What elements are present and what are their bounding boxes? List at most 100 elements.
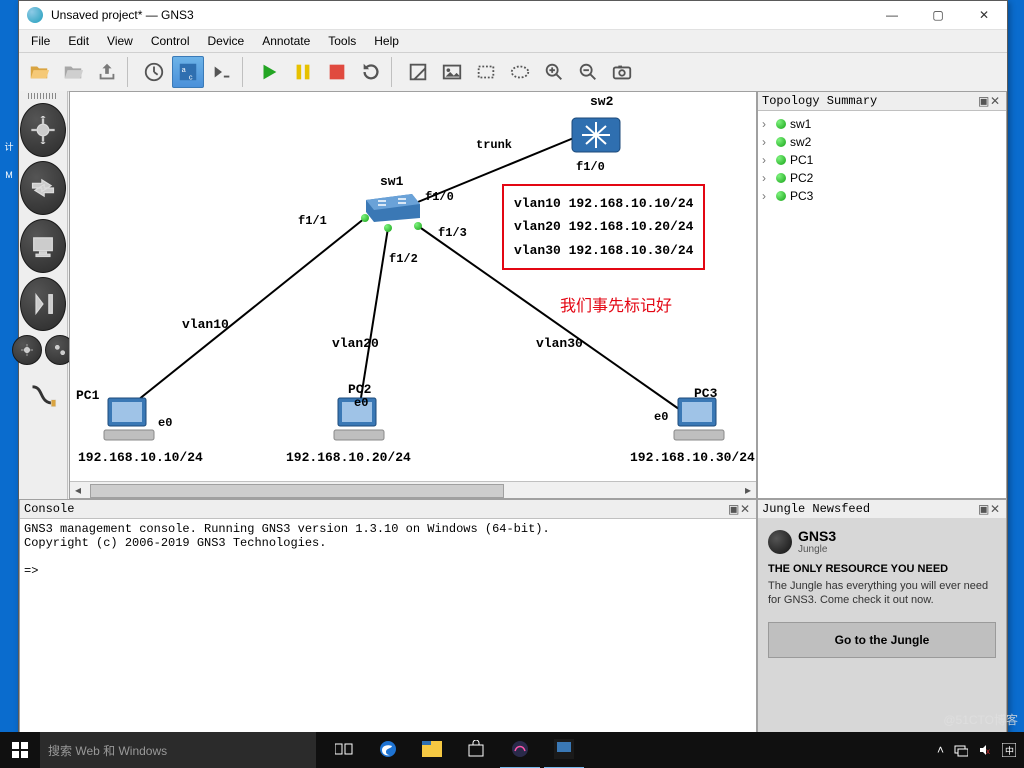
reload-button[interactable]	[355, 56, 387, 88]
menu-help[interactable]: Help	[366, 32, 407, 50]
note-button[interactable]	[402, 56, 434, 88]
taskbar-search[interactable]: 搜索 Web 和 Windows	[40, 732, 316, 768]
taskbar-edge-icon[interactable]	[368, 731, 408, 767]
hub-category-button[interactable]	[12, 335, 42, 365]
menu-annotate[interactable]: Annotate	[254, 32, 318, 50]
undock-icon[interactable]: ▣	[978, 502, 990, 517]
menu-view[interactable]: View	[99, 32, 141, 50]
cable-tool-button[interactable]	[21, 369, 65, 421]
task-view-button[interactable]	[324, 731, 364, 767]
menu-file[interactable]: File	[23, 32, 58, 50]
switch-category-button[interactable]	[20, 161, 66, 215]
label-vlan30: vlan30	[536, 336, 583, 351]
palette-grip[interactable]	[28, 93, 58, 99]
node-sw2[interactable]	[570, 112, 622, 159]
start-button[interactable]	[0, 742, 40, 758]
device-palette	[19, 91, 68, 499]
redbox-l1: vlan10 192.168.10.10/24	[514, 192, 693, 215]
toolbar: ac	[19, 52, 1007, 92]
go-to-jungle-button[interactable]: Go to the Jungle	[768, 622, 996, 658]
ellipse-button[interactable]	[504, 56, 536, 88]
security-category-button[interactable]	[20, 277, 66, 331]
tray-volume-icon[interactable]: x	[978, 743, 992, 757]
select-tool-button[interactable]: ac	[172, 56, 204, 88]
label-pc1-ip: 192.168.10.10/24	[78, 450, 203, 465]
tree-item-pc2[interactable]: ›PC2	[762, 169, 1002, 187]
tree-item-pc1[interactable]: ›PC1	[762, 151, 1002, 169]
screenshot-button[interactable]	[606, 56, 638, 88]
app-icon	[27, 7, 43, 23]
label-pc2-e0: e0	[354, 396, 368, 410]
menu-control[interactable]: Control	[143, 32, 198, 50]
open-button[interactable]	[23, 56, 55, 88]
console-title: Console ▣ ✕	[20, 500, 756, 519]
tray-network-icon[interactable]	[954, 743, 968, 757]
tree-item-pc3[interactable]: ›PC3	[762, 187, 1002, 205]
desktop-icon[interactable]: 计	[0, 140, 18, 153]
topology-summary-title: Topology Summary ▣ ✕	[758, 92, 1006, 111]
minimize-button[interactable]: —	[869, 1, 915, 29]
chameleon-icon	[768, 530, 792, 554]
router-category-button[interactable]	[20, 103, 66, 157]
close-panel-icon[interactable]: ✕	[990, 94, 1002, 109]
tray-ime-icon[interactable]: 中	[1002, 743, 1016, 757]
news-body: The Jungle has everything you will ever …	[768, 579, 996, 608]
maximize-button[interactable]: ▢	[915, 1, 961, 29]
label-pc1-e0: e0	[158, 416, 172, 430]
console-body[interactable]: GNS3 management console. Running GNS3 ve…	[20, 518, 756, 732]
menu-edit[interactable]: Edit	[60, 32, 97, 50]
annotation-redbox: vlan10 192.168.10.10/24 vlan20 192.168.1…	[502, 184, 705, 270]
label-pc1: PC1	[76, 388, 99, 403]
port-dot	[384, 224, 392, 232]
topology-canvas[interactable]: sw2 f1/0 trunk sw1 f1/0 f1/1 f1/2 f1/3 v…	[69, 91, 757, 499]
taskbar-explorer-icon[interactable]	[412, 731, 452, 767]
redbox-l3: vlan30 192.168.10.30/24	[514, 239, 693, 262]
close-panel-icon[interactable]: ✕	[990, 502, 1002, 517]
rect-button[interactable]	[470, 56, 502, 88]
taskbar-store-icon[interactable]	[456, 731, 496, 767]
open-project-button[interactable]	[57, 56, 89, 88]
label-pc2: PC2	[348, 382, 371, 397]
gns3-logo: GNS3 Jungle	[768, 528, 996, 555]
close-panel-icon[interactable]: ✕	[740, 502, 752, 517]
node-pc3[interactable]	[670, 394, 728, 449]
label-pc3: PC3	[694, 386, 717, 401]
console-button[interactable]	[206, 56, 238, 88]
close-button[interactable]: ✕	[961, 1, 1007, 29]
taskbar-gns3-icon[interactable]	[544, 731, 584, 768]
snapshot-button[interactable]	[138, 56, 170, 88]
pc-category-button[interactable]	[20, 219, 66, 273]
label-f12: f1/2	[389, 252, 418, 266]
console-panel: Console ▣ ✕ GNS3 management console. Run…	[19, 499, 757, 733]
label-f11: f1/1	[298, 214, 327, 228]
node-pc1[interactable]	[100, 394, 158, 449]
tree-item-sw2[interactable]: ›sw2	[762, 133, 1002, 151]
undock-icon[interactable]: ▣	[978, 94, 990, 109]
menu-tools[interactable]: Tools	[320, 32, 364, 50]
tray-up-icon[interactable]: ˄	[937, 743, 944, 757]
canvas-h-scrollbar[interactable]: ◂ ▸	[70, 481, 756, 498]
svg-text:x: x	[986, 747, 990, 756]
menu-device[interactable]: Device	[200, 32, 253, 50]
tree-item-sw1[interactable]: ›sw1	[762, 115, 1002, 133]
desktop-icon[interactable]: M	[0, 170, 18, 180]
window-title: Unsaved project* — GNS3	[51, 8, 869, 22]
redbox-l2: vlan20 192.168.10.20/24	[514, 215, 693, 238]
topology-tree: ›sw1 ›sw2 ›PC1 ›PC2 ›PC3	[758, 111, 1006, 209]
app-window: Unsaved project* — GNS3 — ▢ ✕ File Edit …	[18, 0, 1008, 734]
label-sw2-port: f1/0	[576, 160, 605, 174]
play-button[interactable]	[253, 56, 285, 88]
undock-icon[interactable]: ▣	[728, 502, 740, 517]
system-tray[interactable]: ˄ x 中	[937, 743, 1024, 757]
newsfeed-panel: Jungle Newsfeed ▣ ✕ GNS3 Jungle THE ONLY…	[757, 499, 1007, 733]
image-button[interactable]	[436, 56, 468, 88]
zoom-out-button[interactable]	[572, 56, 604, 88]
pause-button[interactable]	[287, 56, 319, 88]
node-sw1[interactable]	[362, 190, 424, 225]
stop-button[interactable]	[321, 56, 353, 88]
export-button[interactable]	[91, 56, 123, 88]
taskbar-browser-icon[interactable]	[500, 731, 540, 768]
news-heading: THE ONLY RESOURCE YOU NEED	[768, 563, 996, 575]
label-pc3-e0: e0	[654, 410, 668, 424]
zoom-in-button[interactable]	[538, 56, 570, 88]
